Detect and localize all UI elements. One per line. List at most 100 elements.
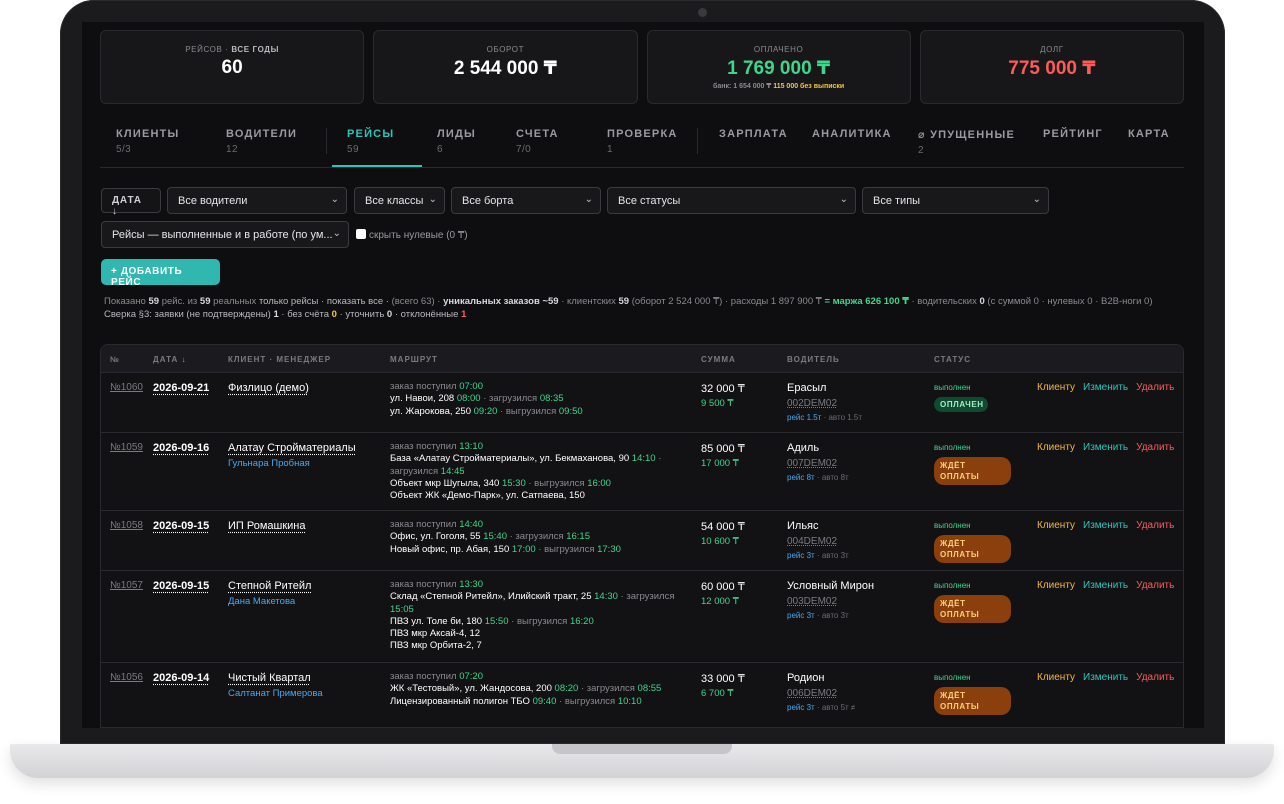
route-meta: · выгрузился: [508, 615, 570, 627]
summary-text: Показано 59 рейс. из 59 реальных только …: [104, 296, 1153, 320]
route-stop: ПВЗ ул. Толе би, 180 15:50 · выгрузился …: [390, 616, 690, 628]
edit-button[interactable]: Изменить: [1083, 520, 1128, 531]
tab-clients[interactable]: КЛИЕНТЫ 5/3: [116, 128, 180, 155]
route-stop: Лицензированный полигон ТБО 09:40 · выгр…: [390, 696, 690, 708]
to-client-button[interactable]: Клиенту: [1037, 382, 1075, 393]
delete-button[interactable]: Удалить: [1136, 520, 1174, 531]
trip-number-link[interactable]: №1060: [110, 382, 143, 393]
tab-invoices[interactable]: СЧЕТА 7/0: [516, 128, 559, 155]
vehicle-plate[interactable]: 002DEM02: [787, 398, 862, 409]
tab-trips[interactable]: РЕЙСЫ 59: [347, 128, 394, 155]
trip-date[interactable]: 2026-09-15: [153, 580, 209, 592]
tab-map[interactable]: КАРТА: [1128, 128, 1170, 144]
driver-cell: Адиль 007DEM02 рейс 8т · авто 8т: [787, 442, 849, 482]
tab-check[interactable]: ПРОВЕРКА 1: [607, 128, 678, 155]
tab-analytics[interactable]: АНАЛИТИКА: [812, 128, 892, 144]
statuses-select[interactable]: Все статусы ⌄: [607, 187, 856, 214]
status-text: выполнен: [934, 581, 971, 590]
client-name[interactable]: ИП Ромашкина: [228, 520, 306, 532]
row-actions: Клиенту Изменить Удалить: [1037, 520, 1182, 531]
only-trips-link[interactable]: только рейсы: [259, 296, 318, 307]
show-all-link[interactable]: · показать все ·: [321, 296, 389, 307]
date-sort-button[interactable]: ДАТА ↓: [101, 188, 161, 217]
route-address: ПВЗ ул. Толе би, 180: [390, 615, 485, 627]
row-actions: Клиенту Изменить Удалить: [1037, 580, 1182, 591]
add-trip-button[interactable]: + ДОБАВИТЬ РЕЙС: [101, 259, 220, 288]
manager-link[interactable]: Дана Макетова: [228, 596, 311, 607]
delete-button[interactable]: Удалить: [1136, 442, 1174, 453]
delete-button[interactable]: Удалить: [1136, 672, 1174, 683]
trip-number-link[interactable]: №1058: [110, 520, 143, 531]
route-meta: заказ поступил: [390, 441, 460, 452]
edit-button[interactable]: Изменить: [1083, 672, 1128, 683]
trip-date[interactable]: 2026-09-14: [153, 672, 209, 684]
trip-number-link[interactable]: №1059: [110, 442, 143, 453]
route-time: 17:30: [597, 543, 621, 555]
chevron-down-icon: ⌄: [584, 194, 593, 205]
trip-date[interactable]: 2026-09-21: [153, 382, 209, 394]
trips-table: № ДАТА ↓ КЛИЕНТ · МЕНЕДЖЕР МАРШРУТ СУММА…: [100, 344, 1184, 728]
trip-number-link[interactable]: №1057: [110, 580, 143, 591]
driver-name: Ильяс: [787, 520, 819, 532]
tab-separator: [326, 128, 327, 154]
tab-missed[interactable]: ⌀ УПУЩЕННЫЕ 2: [918, 128, 1015, 156]
active-tab-indicator: [332, 165, 422, 167]
route-stop: Новый офис, пр. Абая, 150 17:00 · выгруз…: [390, 544, 690, 556]
vehicle-plate[interactable]: 004DEM02: [787, 536, 849, 547]
types-select[interactable]: Все типы ⌄: [862, 187, 1049, 214]
tab-separator: [697, 128, 698, 154]
col-status: СТАТУС: [934, 355, 971, 364]
to-client-button[interactable]: Клиенту: [1037, 442, 1075, 453]
tab-salary[interactable]: ЗАРПЛАТА: [719, 128, 788, 144]
client-name[interactable]: Степной Ритейл: [228, 580, 311, 592]
tab-drivers[interactable]: ВОДИТЕЛИ 12: [226, 128, 297, 155]
route-order-line: заказ поступил 14:40: [390, 519, 690, 531]
vehicle-plate[interactable]: 006DEM02: [787, 688, 855, 699]
classes-select[interactable]: Все классы ⌄: [354, 187, 445, 214]
stat-value: 60: [221, 57, 243, 78]
to-client-button[interactable]: Клиенту: [1037, 520, 1075, 531]
trip-sum: 54 000 ₸: [701, 521, 745, 533]
trip-date[interactable]: 2026-09-15: [153, 520, 209, 532]
col-driver: ВОДИТЕЛЬ: [787, 355, 840, 364]
client-name[interactable]: Физлицо (демо): [228, 382, 309, 394]
client-cell: Чистый Квартал Салтанат Примерова: [228, 672, 323, 699]
client-name[interactable]: Алатау Стройматериалы: [228, 442, 356, 454]
route-meta: заказ поступил: [390, 519, 460, 530]
stat-value: 775 000 ₸: [1008, 58, 1096, 79]
tab-leads[interactable]: ЛИДЫ 6: [437, 128, 476, 155]
hide-zero-toggle[interactable]: скрыть нулевые (0 ₸): [356, 229, 468, 241]
delete-button[interactable]: Удалить: [1136, 580, 1174, 591]
vehicle-plate[interactable]: 003DEM02: [787, 596, 874, 607]
edit-button[interactable]: Изменить: [1083, 382, 1128, 393]
drivers-select[interactable]: Все водители ⌄: [167, 187, 347, 214]
chevron-down-icon: ⌄: [332, 228, 341, 239]
trip-number-link[interactable]: №1056: [110, 672, 143, 683]
edit-button[interactable]: Изменить: [1083, 580, 1128, 591]
boards-select[interactable]: Все борта ⌄: [451, 187, 601, 214]
to-client-button[interactable]: Клиенту: [1037, 580, 1075, 591]
col-date[interactable]: ДАТА ↓: [153, 355, 186, 364]
manager-link[interactable]: Салтанат Примерова: [228, 688, 323, 699]
checkbox[interactable]: [356, 229, 366, 239]
table-row: №1056 2026-09-14 Чистый Квартал Салтанат Пр…: [101, 663, 1183, 727]
route-address: ПВЗ мкр Орбита-2, 7: [390, 640, 482, 652]
route-stop: Склад «Степной Ритейл», Илийский тракт, …: [390, 591, 690, 616]
vehicle-plate[interactable]: 007DEM02: [787, 458, 849, 469]
trip-date[interactable]: 2026-09-16: [153, 442, 209, 454]
client-name[interactable]: Чистый Квартал: [228, 672, 311, 684]
auto-class: · авто 1.5т: [821, 413, 863, 422]
route-time: 15:50: [484, 615, 509, 627]
to-client-button[interactable]: Клиенту: [1037, 672, 1075, 683]
manager-link[interactable]: Гульнара Пробная: [228, 458, 356, 469]
edit-button[interactable]: Изменить: [1083, 442, 1128, 453]
stat-label: РЕЙСОВ: [185, 45, 223, 54]
route-time: 14:40: [459, 519, 483, 530]
route-stop: ПВЗ мкр Орбита-2, 7: [390, 640, 690, 652]
driver-cell: Ерасыл 002DEM02 рейс 1.5т · авто 1.5т: [787, 382, 862, 422]
trip-class: рейс 3т: [787, 551, 815, 560]
tab-rating[interactable]: РЕЙТИНГ: [1043, 128, 1103, 144]
delete-button[interactable]: Удалить: [1136, 382, 1174, 393]
route-time: 17:00: [511, 543, 536, 555]
trip-mode-select[interactable]: Рейсы — выполненные и в работе (по ум...…: [101, 221, 349, 248]
